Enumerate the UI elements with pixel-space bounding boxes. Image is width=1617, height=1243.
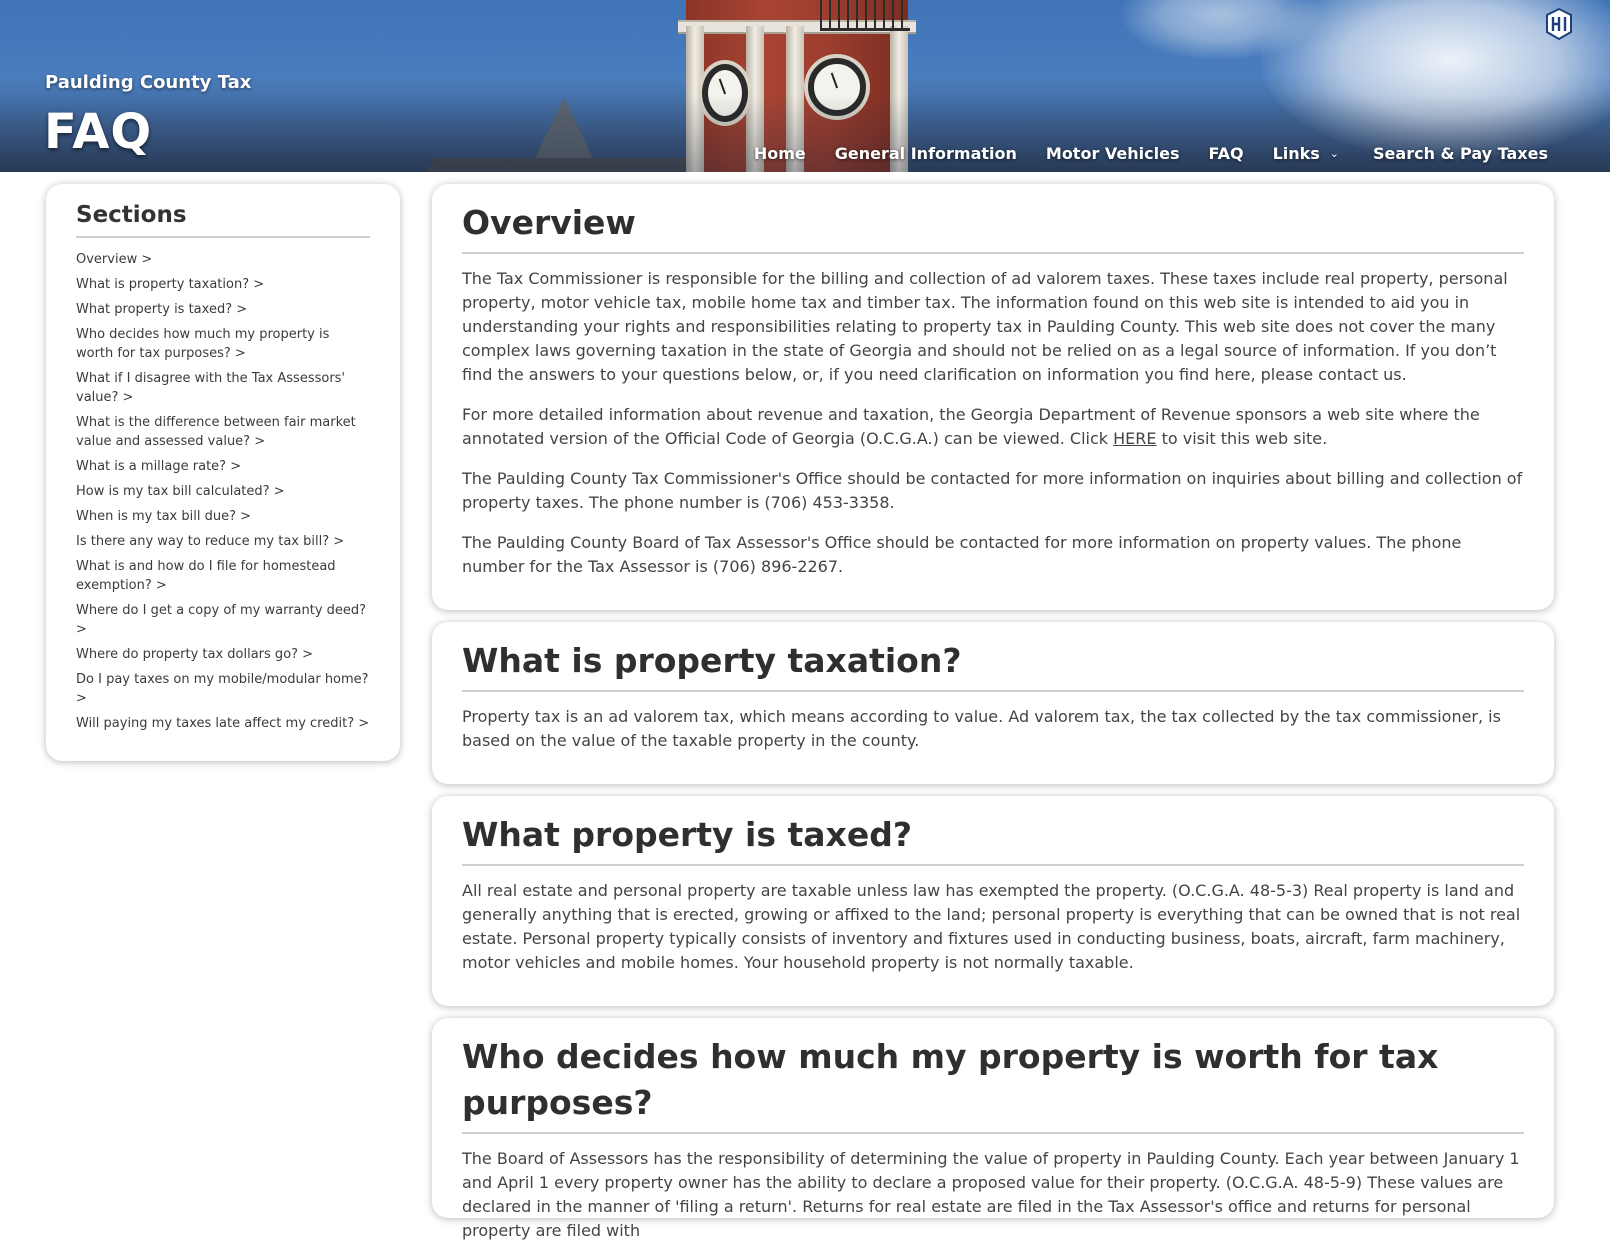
section-title: What property is taxed? <box>462 812 1524 866</box>
sidebar-link[interactable]: What property is taxed? > <box>76 302 247 317</box>
sidebar-item-homestead: What is and how do I file for homestead … <box>76 557 370 595</box>
sidebar-link[interactable]: What is and how do I file for homestead … <box>76 559 336 593</box>
sidebar-link[interactable]: What is a millage rate? > <box>76 459 241 474</box>
sidebar-item-property-taxation: What is property taxation? > <box>76 275 370 294</box>
sidebar-item-overview: Overview > <box>76 250 370 269</box>
chevron-down-icon: ⌄ <box>1329 146 1340 160</box>
sidebar-link[interactable]: Who decides how much my property is wort… <box>76 327 329 361</box>
sidebar-link[interactable]: Where do I get a copy of my warranty dee… <box>76 603 366 637</box>
section-paragraph: The Paulding County Tax Commissioner's O… <box>462 469 1523 512</box>
page-title: FAQ <box>44 104 153 160</box>
sidebar-link[interactable]: What if I disagree with the Tax Assessor… <box>76 371 345 405</box>
nav-home[interactable]: Home <box>754 144 806 163</box>
main-nav: Home General Information Motor Vehicles … <box>725 138 1548 168</box>
sidebar-link[interactable]: What is property taxation? > <box>76 277 264 292</box>
here-link[interactable]: HERE <box>1113 429 1156 448</box>
paragraph-text: to visit this web site. <box>1156 429 1328 448</box>
section-paragraph: The Paulding County Board of Tax Assesso… <box>462 533 1462 576</box>
sidebar-link[interactable]: When is my tax bill due? > <box>76 509 251 524</box>
shield-logo-icon[interactable] <box>1545 8 1573 40</box>
sidebar-item-calculated: How is my tax bill calculated? > <box>76 482 370 501</box>
sidebar-link[interactable]: Is there any way to reduce my tax bill? … <box>76 534 344 549</box>
section-overview: Overview The Tax Commissioner is respons… <box>432 184 1554 610</box>
sidebar-link[interactable]: What is the difference between fair mark… <box>76 415 356 449</box>
sections-sidebar: Sections Overview > What is property tax… <box>46 184 400 761</box>
sidebar-link[interactable]: Do I pay taxes on my mobile/modular home… <box>76 672 369 706</box>
section-who-decides: Who decides how much my property is wort… <box>432 1018 1554 1240</box>
sidebar-item-due: When is my tax bill due? > <box>76 507 370 526</box>
sections-list: Overview > What is property taxation? > … <box>76 250 370 733</box>
section-paragraph: The Board of Assessors has the responsib… <box>462 1149 1520 1240</box>
section-title: What is property taxation? <box>462 638 1524 692</box>
sidebar-item-property-taxed: What property is taxed? > <box>76 300 370 319</box>
sidebar-title: Sections <box>76 202 370 238</box>
sidebar-item-tax-dollars: Where do property tax dollars go? > <box>76 645 370 664</box>
section-paragraph: For more detailed information about reve… <box>462 403 1524 451</box>
sidebar-item-disagree: What if I disagree with the Tax Assessor… <box>76 369 370 407</box>
nav-links-label: Links <box>1272 143 1320 163</box>
site-name[interactable]: Paulding County Tax <box>45 72 251 93</box>
nav-links[interactable]: Links ⌄ <box>1273 144 1339 163</box>
section-property-taxation: What is property taxation? Property tax … <box>432 622 1554 784</box>
sidebar-item-reduce: Is there any way to reduce my tax bill? … <box>76 532 370 551</box>
sidebar-item-who-decides: Who decides how much my property is wort… <box>76 325 370 363</box>
nav-search-pay-taxes[interactable]: Search & Pay Taxes <box>1373 144 1548 163</box>
section-paragraph: All real estate and personal property ar… <box>462 881 1521 972</box>
sidebar-link[interactable]: How is my tax bill calculated? > <box>76 484 285 499</box>
section-paragraph: The Tax Commissioner is responsible for … <box>462 269 1508 384</box>
nav-faq[interactable]: FAQ <box>1208 144 1243 163</box>
sidebar-item-warranty-deed: Where do I get a copy of my warranty dee… <box>76 601 370 639</box>
sidebar-link[interactable]: Where do property tax dollars go? > <box>76 647 313 662</box>
sidebar-item-millage: What is a millage rate? > <box>76 457 370 476</box>
section-title: Overview <box>462 200 1524 254</box>
sidebar-item-credit: Will paying my taxes late affect my cred… <box>76 714 370 733</box>
sidebar-link[interactable]: Will paying my taxes late affect my cred… <box>76 716 369 731</box>
section-property-taxed: What property is taxed? All real estate … <box>432 796 1554 1006</box>
sidebar-item-mobile-home: Do I pay taxes on my mobile/modular home… <box>76 670 370 708</box>
section-title: Who decides how much my property is wort… <box>462 1034 1524 1134</box>
nav-motor-vehicles[interactable]: Motor Vehicles <box>1046 144 1180 163</box>
sidebar-link[interactable]: Overview > <box>76 252 152 267</box>
header-banner: Paulding County Tax FAQ Home General Inf… <box>0 0 1610 172</box>
section-paragraph: Property tax is an ad valorem tax, which… <box>462 707 1501 750</box>
sidebar-item-fair-market: What is the difference between fair mark… <box>76 413 370 451</box>
nav-general-information[interactable]: General Information <box>835 144 1017 163</box>
